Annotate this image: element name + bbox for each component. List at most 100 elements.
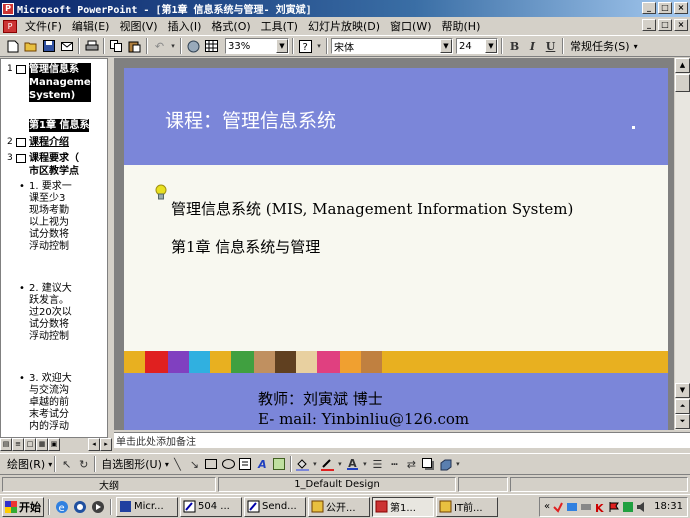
hyperlink-icon[interactable] [185, 38, 202, 55]
undo-icon[interactable]: ↶ [151, 38, 168, 55]
close-button[interactable]: × [674, 2, 688, 14]
outline-chapter-line[interactable]: 第1章 信息系 [29, 119, 90, 132]
outline-slide-1[interactable]: 1 管理信息系 Manageme System) [7, 63, 91, 102]
copy-icon[interactable] [108, 38, 125, 55]
print-icon[interactable] [83, 38, 100, 55]
font-color-icon[interactable]: A [344, 456, 361, 473]
ie-icon[interactable]: e [54, 499, 70, 515]
outline-view-icon[interactable]: ≡ [12, 438, 24, 451]
slide-view-icon[interactable]: □ [24, 438, 36, 451]
slide-chapter-line[interactable]: 第1章 信息系统与管理 [171, 236, 320, 257]
paste-icon[interactable] [126, 38, 143, 55]
next-slide-icon[interactable]: ⏷ [675, 414, 690, 429]
arrow-tool-icon[interactable]: ↘ [186, 456, 203, 473]
outline-bullet[interactable]: • 1. 要求一 课至少3 现场考勤 以上视为 试分数将 浮动控制 [19, 181, 72, 253]
email-icon[interactable] [58, 38, 75, 55]
flag-icon[interactable] [608, 501, 620, 513]
chevron-down-icon[interactable]: ▼ [276, 39, 288, 53]
drive-icon[interactable] [580, 501, 592, 513]
save-icon[interactable] [40, 38, 57, 55]
bold-button[interactable]: B [506, 38, 523, 55]
open-icon[interactable] [22, 38, 39, 55]
maximize-button[interactable]: □ [658, 2, 672, 14]
taskbar-item-5[interactable]: IT前... [436, 496, 498, 517]
line-tool-icon[interactable]: ╲ [169, 456, 186, 473]
sorter-view-icon[interactable]: ▦ [36, 438, 48, 451]
scroll-left-icon[interactable]: ◂ [88, 438, 100, 451]
menu-view[interactable]: 视图(V) [114, 18, 162, 34]
help-icon[interactable]: ? [297, 38, 314, 55]
email-line[interactable]: E- mail: Yinbinliu@126.com [258, 410, 469, 428]
slideshow-view-icon[interactable]: ▣ [48, 438, 60, 451]
slide-canvas[interactable]: 课程：管理信息系统 管理信息系统 (MIS, Management Inform… [124, 68, 669, 430]
taskbar-item-0[interactable]: Micr... [116, 496, 178, 517]
help-dropdown-icon[interactable]: ▾ [315, 38, 323, 55]
outline-slide-3[interactable]: 3 课程要求（ 市区教学点 [7, 152, 79, 178]
taskbar-item-2[interactable]: Send... [244, 496, 306, 517]
doc-close-button[interactable]: × [674, 19, 688, 31]
powerpoint-app-icon[interactable]: P [2, 2, 14, 15]
normal-view-icon[interactable]: ▤ [0, 438, 12, 451]
autoshapes-menu-button[interactable]: 自选图形(U) [98, 456, 165, 472]
teacher-line[interactable]: 教师：刘寅斌 博士 [258, 388, 383, 409]
menu-window[interactable]: 窗口(W) [385, 18, 436, 34]
notes-pane[interactable]: 单击此处添加备注 [114, 432, 690, 448]
scroll-thumb[interactable] [675, 74, 690, 92]
underline-button[interactable]: U [542, 38, 559, 55]
shadow-icon[interactable] [420, 456, 437, 473]
toolbar-options-icon[interactable]: ▾ [454, 456, 462, 473]
clipart-icon[interactable] [271, 456, 288, 473]
select-pointer-icon[interactable]: ↖ [58, 456, 75, 473]
line-color-dropdown-icon[interactable]: ▾ [336, 456, 344, 473]
scroll-down-icon[interactable]: ▼ [675, 383, 690, 398]
font-color-dropdown-icon[interactable]: ▾ [361, 456, 369, 473]
fill-dropdown-icon[interactable]: ▾ [311, 456, 319, 473]
common-tasks-button[interactable]: 常规任务(S) [567, 38, 633, 54]
start-button[interactable]: 开始 [2, 496, 44, 517]
menu-tools[interactable]: 工具(T) [256, 18, 303, 34]
previous-slide-icon[interactable]: ⏶ [675, 399, 690, 414]
outline-pane[interactable]: 1 管理信息系 Manageme System) 第1章 信息系 2 课程介绍 … [0, 58, 108, 438]
line-color-icon[interactable] [319, 456, 336, 473]
tray-chevron-icon[interactable]: « [544, 501, 550, 512]
fill-color-icon[interactable] [294, 456, 311, 473]
outline-slide-2[interactable]: 2 课程介绍 [7, 136, 69, 149]
slide-pane[interactable]: 课程：管理信息系统 管理信息系统 (MIS, Management Inform… [114, 58, 674, 430]
oval-tool-icon[interactable] [220, 456, 237, 473]
taskbar-item-1[interactable]: 504 ... [180, 496, 242, 517]
taskbar-item-4[interactable]: 第1... [372, 496, 434, 517]
scroll-up-icon[interactable]: ▲ [675, 58, 690, 73]
k-app-icon[interactable]: K [594, 501, 606, 513]
zoom-select[interactable]: 33% ▼ [225, 38, 289, 54]
menu-insert[interactable]: 插入(I) [163, 18, 207, 34]
network-icon[interactable] [566, 501, 578, 513]
chevron-down-icon[interactable]: ▾ [48, 460, 52, 469]
menu-file[interactable]: 文件(F) [20, 18, 67, 34]
undo-dropdown-icon[interactable]: ▾ [169, 38, 177, 55]
vertical-scrollbar[interactable]: ▲ ▼ ⏶ ⏷ [674, 58, 690, 430]
arrow-style-icon[interactable]: ⇄ [403, 456, 420, 473]
menu-slideshow[interactable]: 幻灯片放映(D) [303, 18, 385, 34]
taskbar-item-3[interactable]: 公开... [308, 496, 370, 517]
doc-minimize-button[interactable]: _ [642, 19, 656, 31]
table-icon[interactable] [203, 38, 220, 55]
outlook-icon[interactable] [72, 499, 88, 515]
wordart-icon[interactable]: A [254, 456, 271, 473]
antivirus-icon[interactable] [552, 501, 564, 513]
new-icon[interactable] [4, 38, 21, 55]
chevron-down-icon[interactable]: ▼ [485, 39, 497, 53]
font-name-select[interactable]: 宋体 ▼ [331, 38, 453, 54]
dash-style-icon[interactable]: ┅ [386, 456, 403, 473]
clock[interactable]: 18:31 [654, 501, 683, 512]
3d-icon[interactable] [437, 456, 454, 473]
document-icon[interactable]: P [3, 19, 17, 33]
font-size-select[interactable]: 24 ▼ [456, 38, 498, 54]
menu-format[interactable]: 格式(O) [206, 18, 255, 34]
security-icon[interactable] [622, 501, 634, 513]
chevron-down-icon[interactable]: ▼ [440, 39, 452, 53]
textbox-tool-icon[interactable] [237, 456, 254, 473]
slide-title[interactable]: 课程：管理信息系统 [165, 106, 336, 133]
minimize-button[interactable]: _ [642, 2, 656, 14]
italic-button[interactable]: I [524, 38, 541, 55]
outline-bullet[interactable]: • 3. 欢迎大 与交流沟 卓越的前 末考试分 内的浮动 [19, 373, 72, 433]
